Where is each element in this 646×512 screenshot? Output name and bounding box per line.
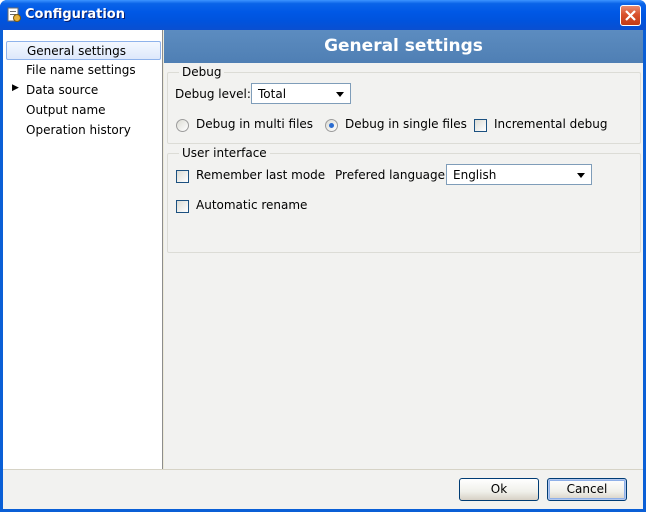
- debug-single-files-label[interactable]: Debug in single files: [345, 117, 467, 131]
- sidebar-item-label: Data source: [26, 83, 99, 97]
- preferred-language-label: Prefered language:: [335, 168, 450, 182]
- settings-nav: General settings File name settings ▶ Da…: [3, 30, 163, 469]
- debug-multi-files-label[interactable]: Debug in multi files: [196, 117, 313, 131]
- incremental-debug-label[interactable]: Incremental debug: [494, 117, 608, 131]
- debug-level-value: Total: [258, 87, 287, 101]
- automatic-rename-checkbox[interactable]: [176, 200, 189, 213]
- sidebar-item-file-name-settings[interactable]: File name settings: [6, 61, 161, 80]
- debug-group-title: Debug: [179, 65, 225, 79]
- remember-last-mode-label[interactable]: Remember last mode: [196, 168, 325, 182]
- preferred-language-value: English: [453, 168, 497, 182]
- sidebar-item-output-name[interactable]: Output name: [6, 101, 161, 120]
- ok-button[interactable]: Ok: [459, 478, 539, 501]
- window-title: Configuration: [25, 7, 125, 22]
- sidebar-item-label: File name settings: [26, 63, 136, 77]
- debug-multi-files-radio[interactable]: [176, 119, 189, 132]
- sidebar-item-label: General settings: [27, 44, 126, 58]
- user-interface-group-title: User interface: [179, 146, 270, 160]
- preferred-language-dropdown[interactable]: English: [446, 164, 592, 185]
- chevron-down-icon: [577, 173, 585, 178]
- sidebar-item-operation-history[interactable]: Operation history: [6, 121, 161, 140]
- debug-level-label: Debug level:: [175, 87, 251, 101]
- sidebar-item-label: Output name: [26, 103, 106, 117]
- title-bar[interactable]: Configuration: [0, 0, 646, 30]
- configuration-window: Configuration General settings File name…: [0, 0, 646, 512]
- debug-group: [167, 72, 641, 144]
- automatic-rename-label[interactable]: Automatic rename: [196, 198, 307, 212]
- chevron-down-icon: [336, 92, 344, 97]
- settings-panel: General settings Debug Debug level: Tota…: [164, 30, 643, 469]
- remember-last-mode-checkbox[interactable]: [176, 170, 189, 183]
- panel-title: General settings: [324, 36, 483, 56]
- sidebar-item-label: Operation history: [26, 123, 131, 137]
- app-icon: [6, 7, 22, 23]
- cancel-button[interactable]: Cancel: [547, 478, 627, 501]
- sidebar-item-general-settings[interactable]: General settings: [6, 41, 161, 60]
- sidebar-item-data-source[interactable]: ▶ Data source: [6, 81, 161, 100]
- dialog-footer: Ok Cancel: [3, 469, 643, 509]
- expand-arrow-icon[interactable]: ▶: [12, 83, 19, 93]
- incremental-debug-checkbox[interactable]: [474, 119, 487, 132]
- close-button[interactable]: [620, 5, 641, 26]
- dialog-client-area: General settings File name settings ▶ Da…: [3, 30, 643, 509]
- close-icon: [625, 10, 636, 21]
- debug-level-dropdown[interactable]: Total: [251, 83, 351, 104]
- panel-header: General settings: [164, 30, 643, 63]
- debug-single-files-radio[interactable]: [325, 119, 338, 132]
